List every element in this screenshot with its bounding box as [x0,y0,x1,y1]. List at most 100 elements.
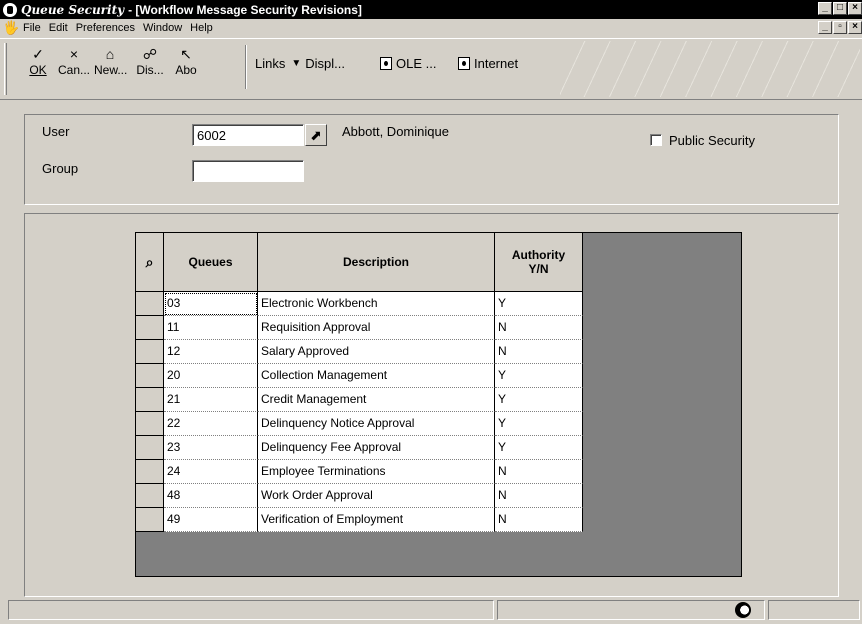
description-cell[interactable]: Delinquency Fee Approval [258,436,495,460]
table-row[interactable]: 48 Work Order Approval N [136,484,583,508]
internet-label: Internet [474,56,519,71]
status-pane-secondary [497,600,765,620]
authority-cell[interactable]: N [495,460,583,484]
row-selector[interactable] [136,436,164,460]
menu-preferences[interactable]: Preferences [76,22,135,34]
queue-cell[interactable]: 03 [164,292,258,316]
description-header[interactable]: Description [258,233,495,292]
doc-restore-icon[interactable]: ▫ [833,21,847,34]
authority-cell[interactable]: N [495,484,583,508]
authority-header-line1: Authority [511,248,566,262]
doc-minimize-icon[interactable]: _ [818,21,832,34]
new-button[interactable]: ⌂ New... [94,45,128,77]
search-arrow-icon: ⬈ [310,127,322,143]
doc-close-icon[interactable]: × [848,21,862,34]
queue-cell[interactable]: 12 [164,340,258,364]
row-selector[interactable] [136,292,164,316]
queue-cell[interactable]: 23 [164,436,258,460]
ok-label: OK [29,63,47,77]
table-row[interactable]: 21 Credit Management Y [136,388,583,412]
row-selector[interactable] [136,364,164,388]
table-row[interactable]: 20 Collection Management Y [136,364,583,388]
authority-cell[interactable]: Y [495,388,583,412]
menu-window[interactable]: Window [143,22,182,34]
close-icon[interactable]: × [848,2,862,15]
user-name: Abbott, Dominique [342,124,449,139]
queue-cell[interactable]: 20 [164,364,258,388]
group-field[interactable] [192,160,304,182]
document-icon[interactable]: 🖐 [3,21,19,35]
table-row[interactable]: 49 Verification of Employment N [136,508,583,532]
about-label: Abo [175,63,197,77]
cancel-button[interactable]: × Can... [58,45,90,77]
table-row[interactable]: 22 Delinquency Notice Approval Y [136,412,583,436]
menu-bar: 🖐 File Edit Preferences Window Help [0,19,862,37]
internet-link[interactable]: Internet [458,56,518,71]
row-selector[interactable] [136,508,164,532]
description-cell[interactable]: Delinquency Notice Approval [258,412,495,436]
table-row[interactable]: 12 Salary Approved N [136,340,583,364]
ok-button[interactable]: ✓ OK [22,45,54,77]
queue-cell[interactable]: 11 [164,316,258,340]
menu-file[interactable]: File [23,22,41,34]
table-row[interactable]: 11 Requisition Approval N [136,316,583,340]
authority-cell[interactable]: Y [495,412,583,436]
menu-edit[interactable]: Edit [49,22,68,34]
authority-cell[interactable]: Y [495,436,583,460]
description-cell[interactable]: Collection Management [258,364,495,388]
authority-cell[interactable]: Y [495,364,583,388]
queue-cell[interactable]: 21 [164,388,258,412]
description-cell[interactable]: Requisition Approval [258,316,495,340]
status-pane-main [8,600,494,620]
queue-cell[interactable]: 24 [164,460,258,484]
queue-cell[interactable]: 49 [164,508,258,532]
description-cell[interactable]: Salary Approved [258,340,495,364]
toolbar-grip[interactable] [4,43,7,95]
description-cell[interactable]: Verification of Employment [258,508,495,532]
grid-body: 03 Electronic Workbench Y 11 Requisition… [136,292,583,532]
public-security-checkbox[interactable] [650,134,662,146]
authority-cell[interactable]: N [495,316,583,340]
links-menu[interactable]: Links ▼ Displ... [255,56,345,71]
grid-find-icon[interactable]: ⌕ [136,233,164,292]
queue-cell[interactable]: 22 [164,412,258,436]
row-selector[interactable] [136,484,164,508]
user-field[interactable]: 6002 [192,124,304,146]
description-cell[interactable]: Electronic Workbench [258,292,495,316]
new-folder-icon: ⌂ [105,46,115,62]
row-selector[interactable] [136,340,164,364]
ole-link[interactable]: OLE ... [380,56,436,71]
new-label: New... [94,63,128,77]
queue-cell[interactable]: 48 [164,484,258,508]
table-row[interactable]: 03 Electronic Workbench Y [136,292,583,316]
status-pane-right [768,600,860,620]
row-selector[interactable] [136,388,164,412]
minimize-icon[interactable]: _ [818,2,832,15]
row-selector[interactable] [136,316,164,340]
description-cell[interactable]: Credit Management [258,388,495,412]
display-button[interactable]: ☍ Dis... [134,45,166,77]
app-name: Queue Security [21,2,125,17]
row-selector[interactable] [136,460,164,484]
ole-label: OLE ... [396,56,437,71]
description-cell[interactable]: Employee Terminations [258,460,495,484]
authority-cell[interactable]: Y [495,292,583,316]
public-security-label: Public Security [669,133,755,148]
authority-cell[interactable]: N [495,508,583,532]
maximize-icon[interactable]: □ [833,2,847,15]
table-row[interactable]: 23 Delinquency Fee Approval Y [136,436,583,460]
menu-help[interactable]: Help [190,22,213,34]
description-cell[interactable]: Work Order Approval [258,484,495,508]
title-bar: Queue Security - [Workflow Message Secur… [0,0,862,19]
authority-cell[interactable]: N [495,340,583,364]
group-label: Group [42,161,79,176]
ole-document-icon [380,57,392,70]
table-row[interactable]: 24 Employee Terminations N [136,460,583,484]
grid-header: ⌕ Queues Description Authority Y/N [136,233,583,292]
authority-header[interactable]: Authority Y/N [495,233,583,292]
row-selector[interactable] [136,412,164,436]
visual-assist-button[interactable]: ⬈ [305,124,327,146]
queues-header[interactable]: Queues [164,233,258,292]
about-button[interactable]: ↖ Abo [170,45,202,77]
globe-icon [735,602,751,618]
